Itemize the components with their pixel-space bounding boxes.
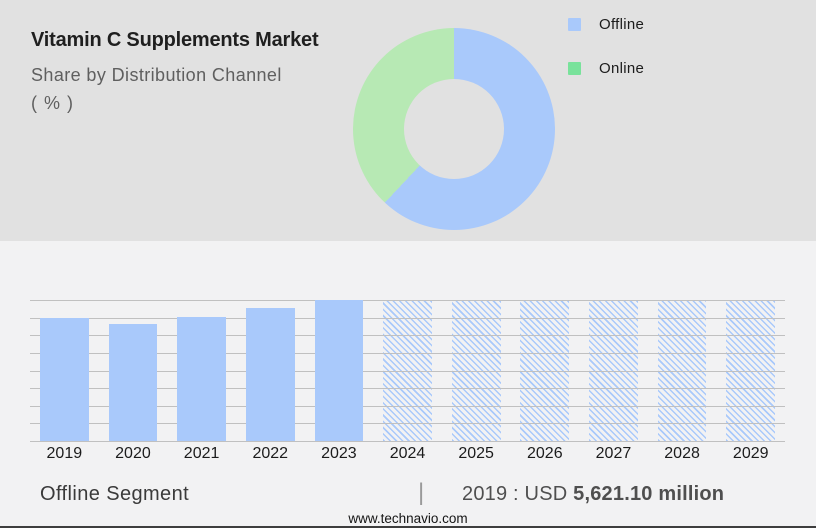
bar-slot: [167, 300, 236, 441]
x-axis-label: 2019: [46, 445, 83, 462]
x-axis-label: 2022: [252, 445, 289, 462]
bar-plot: [30, 300, 785, 442]
bar-chart-section: 2019 2020 2021 2022 2023 2024 2025 2026 2027 2028…: [0, 241, 816, 528]
header: Vitamin C Supplements Market Share by Di…: [31, 29, 319, 117]
value-line: 2019 : USD 5,621.10 million: [462, 483, 724, 506]
unit-label: ( % ): [31, 93, 74, 113]
donut-hole: [404, 79, 504, 179]
x-axis-labels: 2019 2020 2021 2022 2023 2024 2025 2026 2027 2028…: [30, 445, 785, 463]
legend: Offline Online: [568, 16, 644, 104]
gridline: [30, 317, 785, 319]
share-section: Vitamin C Supplements Market Share by Di…: [0, 0, 816, 241]
legend-item-offline: Offline: [568, 16, 644, 33]
bar-2021: [177, 316, 226, 441]
value-prefix: 2019 : USD: [462, 483, 574, 505]
value-bold: 5,621.10 million: [573, 483, 725, 505]
x-axis-label: 2020: [115, 445, 151, 462]
x-axis-label: 2023: [321, 445, 357, 462]
page-title: Vitamin C Supplements Market: [31, 29, 319, 51]
bar-2022: [245, 308, 295, 441]
donut-chart: [353, 28, 555, 230]
x-axis-label: 2028: [664, 445, 700, 462]
x-axis-label: 2025: [458, 445, 494, 462]
infographic: Vitamin C Supplements Market Share by Di…: [0, 0, 816, 528]
legend-item-online: Online: [568, 60, 644, 77]
legend-label: Online: [599, 60, 645, 77]
gridline: [30, 300, 785, 301]
x-axis-label: 2029: [732, 445, 769, 462]
subtitle: Share by Distribution Channel: [31, 65, 282, 85]
bar-slot: [30, 300, 99, 441]
online-swatch: [568, 62, 581, 75]
segment-label: Offline Segment: [40, 483, 190, 505]
bar-2023: [314, 300, 364, 441]
bar-slot: [99, 300, 168, 441]
offline-swatch: [568, 18, 581, 31]
x-axis-label: 2021: [183, 445, 220, 462]
x-axis-label: 2027: [595, 445, 632, 462]
bar-2019: [39, 318, 89, 441]
gridline: [30, 441, 785, 442]
bar-slot: [236, 300, 305, 441]
bar-slot: [305, 300, 374, 441]
x-axis-label: 2024: [389, 445, 426, 462]
website-url: www.technavio.com: [348, 511, 468, 526]
separator: |: [418, 479, 425, 506]
legend-label: Offline: [599, 16, 645, 33]
bar-2020: [108, 323, 158, 441]
x-axis-label: 2026: [527, 445, 563, 462]
